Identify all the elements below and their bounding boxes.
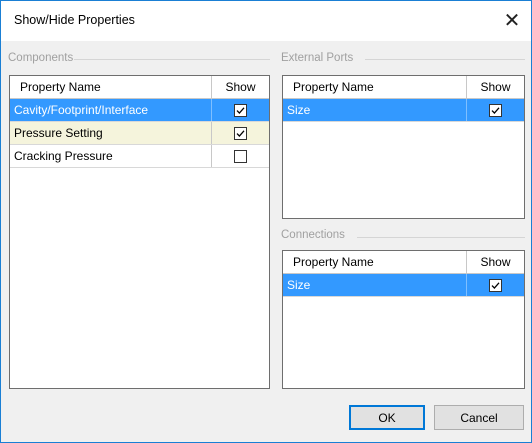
checkmark-icon [236,129,245,137]
external-ports-group-divider [365,59,525,60]
dialog-title: Show/Hide Properties [14,13,135,27]
show-checkbox[interactable] [234,126,247,140]
property-name-cell: Pressure Setting [10,122,212,144]
show-cell [467,99,524,121]
connections-group-label: Connections [281,229,348,241]
property-name-cell: Cracking Pressure [10,145,212,167]
close-icon[interactable]: ✕ [493,1,531,39]
grid-header: Property Name Show [283,76,524,99]
column-header-property-name[interactable]: Property Name [283,76,467,98]
external-ports-group-label: External Ports [281,52,357,64]
show-cell [467,274,524,296]
column-header-show[interactable]: Show [212,76,269,98]
show-cell [212,145,269,167]
components-property-grid[interactable]: Property Name Show Cavity/Footprint/Interf… [9,75,270,389]
external-ports-property-grid[interactable]: Property Name Show Size [282,75,525,219]
show-checkbox[interactable] [489,278,502,292]
ok-button[interactable]: OK [349,405,425,430]
cancel-button[interactable]: Cancel [434,405,524,430]
checkmark-icon [236,106,245,114]
table-row[interactable]: Pressure Setting [10,122,269,145]
table-row[interactable]: Size [283,274,524,297]
column-header-property-name[interactable]: Property Name [283,251,467,273]
property-name-cell: Size [283,99,467,121]
column-header-property-name[interactable]: Property Name [10,76,212,98]
table-row[interactable]: Cracking Pressure [10,145,269,168]
table-row[interactable]: Cavity/Footprint/Interface [10,99,269,122]
table-row[interactable]: Size [283,99,524,122]
column-header-show[interactable]: Show [467,251,524,273]
show-checkbox[interactable] [234,103,247,117]
components-group-label: Components [8,52,77,64]
grid-header: Property Name Show [10,76,269,99]
show-checkbox[interactable] [489,103,502,117]
column-header-show[interactable]: Show [467,76,524,98]
show-hide-properties-dialog: Show/Hide Properties ✕ Components Proper… [0,0,532,443]
show-checkbox[interactable] [234,149,247,163]
checkmark-icon [491,281,500,289]
property-name-cell: Cavity/Footprint/Interface [10,99,212,121]
grid-header: Property Name Show [283,251,524,274]
show-cell [212,99,269,121]
checkmark-icon [491,106,500,114]
show-cell [212,122,269,144]
components-group-divider [74,59,270,60]
title-bar: Show/Hide Properties ✕ [1,1,531,41]
dialog-body: Components Property Name Show Cavity/Footp… [1,41,531,442]
connections-property-grid[interactable]: Property Name Show Size [282,250,525,389]
connections-group-divider [357,237,525,238]
property-name-cell: Size [283,274,467,296]
